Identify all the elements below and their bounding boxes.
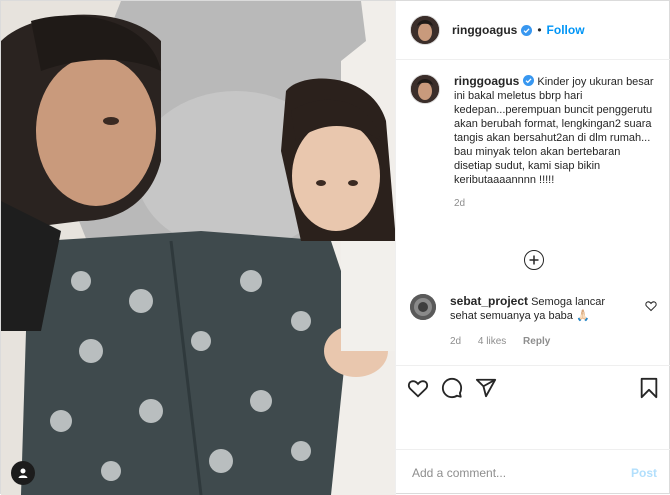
comment-item: sebat_project Semoga lancar sehat semuan… [410,294,657,349]
caption-text: Kinder joy ukuran besar ini bakal meletu… [454,76,654,186]
comment-heart-icon[interactable] [645,300,657,312]
commenter-username[interactable]: sebat_project [450,294,528,308]
heart-icon[interactable] [406,376,430,400]
commenter-avatar[interactable] [410,294,436,320]
comments-section: ringgoagus Kinder joy ukuran besar ini b… [396,60,670,365]
action-bar [396,365,670,409]
plus-circle-icon[interactable] [523,250,544,270]
caption-username[interactable]: ringgoagus [454,74,519,88]
caption-body: ringgoagus Kinder joy ukuran besar ini b… [454,74,654,211]
author-username[interactable]: ringgoagus [452,23,517,37]
verified-badge-icon [523,75,535,86]
comment-likes[interactable]: 4 likes [478,336,506,347]
instagram-post: ringgoagus • Follow ringgoagus Kinder jo… [0,0,670,495]
follow-button[interactable]: Follow [547,23,585,37]
comment-icon[interactable] [440,376,464,400]
separator-dot: • [537,23,542,37]
verified-badge-icon [521,24,533,36]
post-header: ringgoagus • Follow [396,1,670,60]
caption-time: 2d [454,198,466,209]
bookmark-icon[interactable] [637,376,661,400]
caption-avatar[interactable] [410,74,440,104]
comment-time: 2d [450,336,462,347]
caption: ringgoagus Kinder joy ukuran besar ini b… [410,74,657,211]
load-more [396,250,670,270]
share-icon[interactable] [474,376,498,400]
reply-button[interactable]: Reply [523,336,550,347]
post-comment-button[interactable]: Post [631,466,657,480]
post-sidebar: ringgoagus • Follow ringgoagus Kinder jo… [395,1,670,495]
comment-body: sebat_project Semoga lancar sehat semuan… [450,294,630,349]
comment-meta: 2d 4 likes Reply [450,335,630,349]
photo-illustration [1,1,395,495]
author-avatar[interactable] [410,15,440,45]
add-comment-bar: Post [396,449,670,495]
user-tag-icon[interactable] [11,461,35,485]
post-photo[interactable] [1,1,395,495]
comment-input[interactable] [410,464,631,481]
